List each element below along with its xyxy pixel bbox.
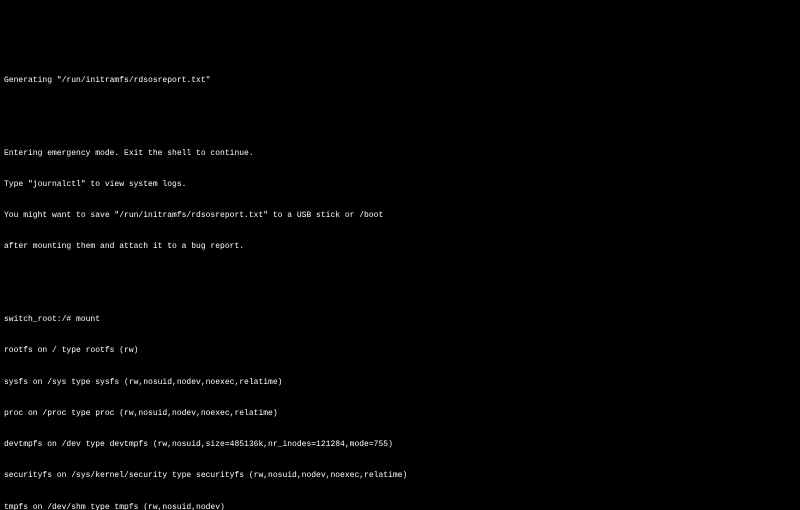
term-line: Generating "/run/initramfs/rdsosreport.t…	[4, 76, 796, 86]
term-line: Entering emergency mode. Exit the shell …	[4, 149, 796, 159]
term-line: sysfs on /sys type sysfs (rw,nosuid,node…	[4, 378, 796, 388]
term-line: devtmpfs on /dev type devtmpfs (rw,nosui…	[4, 440, 796, 450]
term-line: securityfs on /sys/kernel/security type …	[4, 471, 796, 481]
term-line: switch_root:/# mount	[4, 315, 796, 325]
terminal-output[interactable]: Generating "/run/initramfs/rdsosreport.t…	[0, 52, 800, 510]
term-line: You might want to save "/run/initramfs/r…	[4, 211, 796, 221]
term-line: tmpfs on /dev/shm type tmpfs (rw,nosuid,…	[4, 503, 796, 510]
term-line: Type "journalctl" to view system logs.	[4, 180, 796, 190]
term-line: proc on /proc type proc (rw,nosuid,nodev…	[4, 409, 796, 419]
term-line: rootfs on / type rootfs (rw)	[4, 346, 796, 356]
term-line: after mounting them and attach it to a b…	[4, 242, 796, 252]
